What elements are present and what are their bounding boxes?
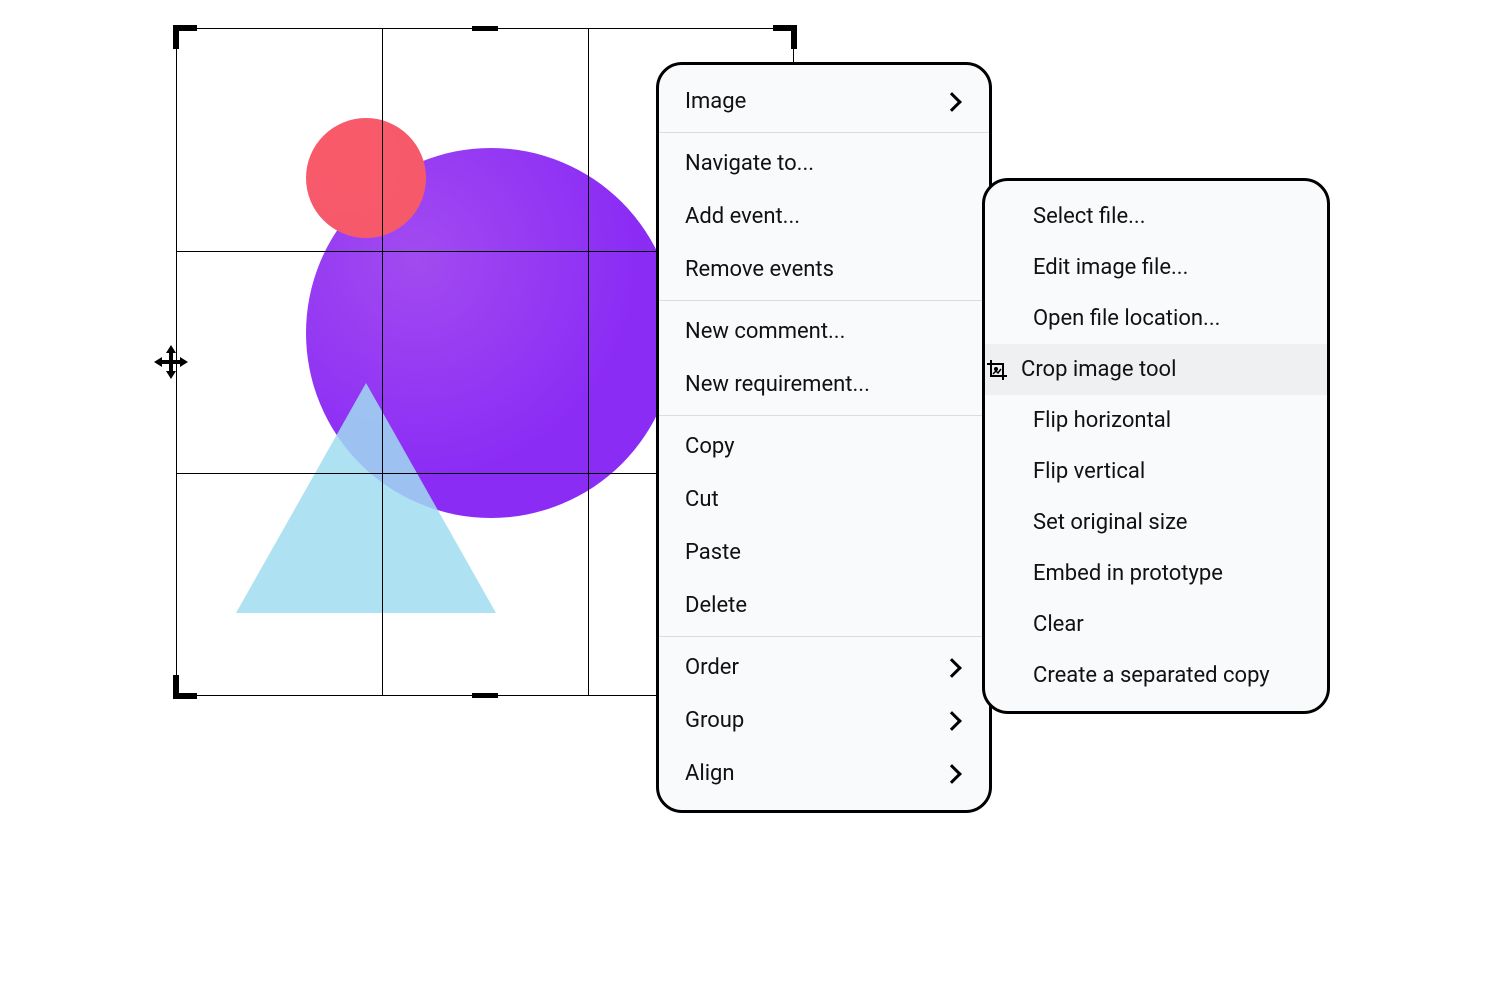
menu-item-label: Remove events (685, 257, 963, 282)
chevron-right-icon (942, 92, 962, 112)
menu-item-navigate-to[interactable]: Navigate to... (659, 137, 989, 190)
menu-item-label: Crop image tool (1021, 357, 1301, 382)
menu-item-label: Paste (685, 540, 963, 565)
menu-item-label: Set original size (1033, 510, 1301, 535)
menu-item-label: New requirement... (685, 372, 963, 397)
menu-item-copy[interactable]: Copy (659, 420, 989, 473)
menu-item-align[interactable]: Align (659, 747, 989, 800)
menu-item-new-requirement[interactable]: New requirement... (659, 358, 989, 411)
submenu-item-open-file-location[interactable]: Open file location... (985, 293, 1327, 344)
image-shape-pink-circle (306, 118, 426, 238)
chevron-right-icon (942, 764, 962, 784)
move-cursor-icon (154, 345, 188, 379)
menu-item-label: Edit image file... (1033, 255, 1301, 280)
menu-item-label: Delete (685, 593, 963, 618)
menu-item-label: Cut (685, 487, 963, 512)
submenu-item-clear[interactable]: Clear (985, 599, 1327, 650)
submenu-item-embed-in-prototype[interactable]: Embed in prototype (985, 548, 1327, 599)
crop-handle-top[interactable] (472, 26, 498, 31)
crop-handle-bottom[interactable] (472, 693, 498, 698)
menu-separator (659, 132, 989, 133)
menu-item-image[interactable]: Image (659, 75, 989, 128)
menu-item-order[interactable]: Order (659, 641, 989, 694)
menu-item-label: Group (685, 708, 945, 733)
submenu-item-set-original-size[interactable]: Set original size (985, 497, 1327, 548)
crop-image-icon (985, 358, 1009, 382)
crop-grid-line (588, 28, 589, 696)
menu-item-label: Clear (1033, 612, 1301, 637)
menu-item-add-event[interactable]: Add event... (659, 190, 989, 243)
menu-item-label: Create a separated copy (1033, 663, 1301, 688)
menu-separator (659, 415, 989, 416)
image-submenu[interactable]: Select file... Edit image file... Open f… (982, 178, 1330, 714)
crop-handle-top-left[interactable] (173, 25, 197, 49)
menu-item-remove-events[interactable]: Remove events (659, 243, 989, 296)
submenu-item-flip-horizontal[interactable]: Flip horizontal (985, 395, 1327, 446)
submenu-item-flip-vertical[interactable]: Flip vertical (985, 446, 1327, 497)
menu-item-label: Image (685, 89, 945, 114)
menu-item-paste[interactable]: Paste (659, 526, 989, 579)
chevron-right-icon (942, 658, 962, 678)
image-shape-blue-triangle (236, 383, 496, 613)
submenu-item-create-separated-copy[interactable]: Create a separated copy (985, 650, 1327, 701)
menu-item-delete[interactable]: Delete (659, 579, 989, 632)
menu-item-group[interactable]: Group (659, 694, 989, 747)
menu-item-label: Open file location... (1033, 306, 1301, 331)
menu-separator (659, 300, 989, 301)
chevron-right-icon (942, 711, 962, 731)
menu-item-label: Select file... (1033, 204, 1301, 229)
submenu-item-select-file[interactable]: Select file... (985, 191, 1327, 242)
submenu-item-crop-image-tool[interactable]: Crop image tool (985, 344, 1327, 395)
menu-item-label: Navigate to... (685, 151, 963, 176)
crop-grid-line (382, 28, 383, 696)
context-menu[interactable]: Image Navigate to... Add event... Remove… (656, 62, 992, 813)
menu-item-label: Flip horizontal (1033, 408, 1301, 433)
crop-handle-bottom-left[interactable] (173, 675, 197, 699)
menu-item-label: Add event... (685, 204, 963, 229)
menu-item-label: Flip vertical (1033, 459, 1301, 484)
submenu-item-edit-image-file[interactable]: Edit image file... (985, 242, 1327, 293)
menu-item-label: Copy (685, 434, 963, 459)
menu-item-label: New comment... (685, 319, 963, 344)
menu-item-cut[interactable]: Cut (659, 473, 989, 526)
menu-item-label: Order (685, 655, 945, 680)
menu-separator (659, 636, 989, 637)
menu-item-label: Embed in prototype (1033, 561, 1301, 586)
crop-handle-top-right[interactable] (773, 25, 797, 49)
menu-item-new-comment[interactable]: New comment... (659, 305, 989, 358)
menu-item-label: Align (685, 761, 945, 786)
